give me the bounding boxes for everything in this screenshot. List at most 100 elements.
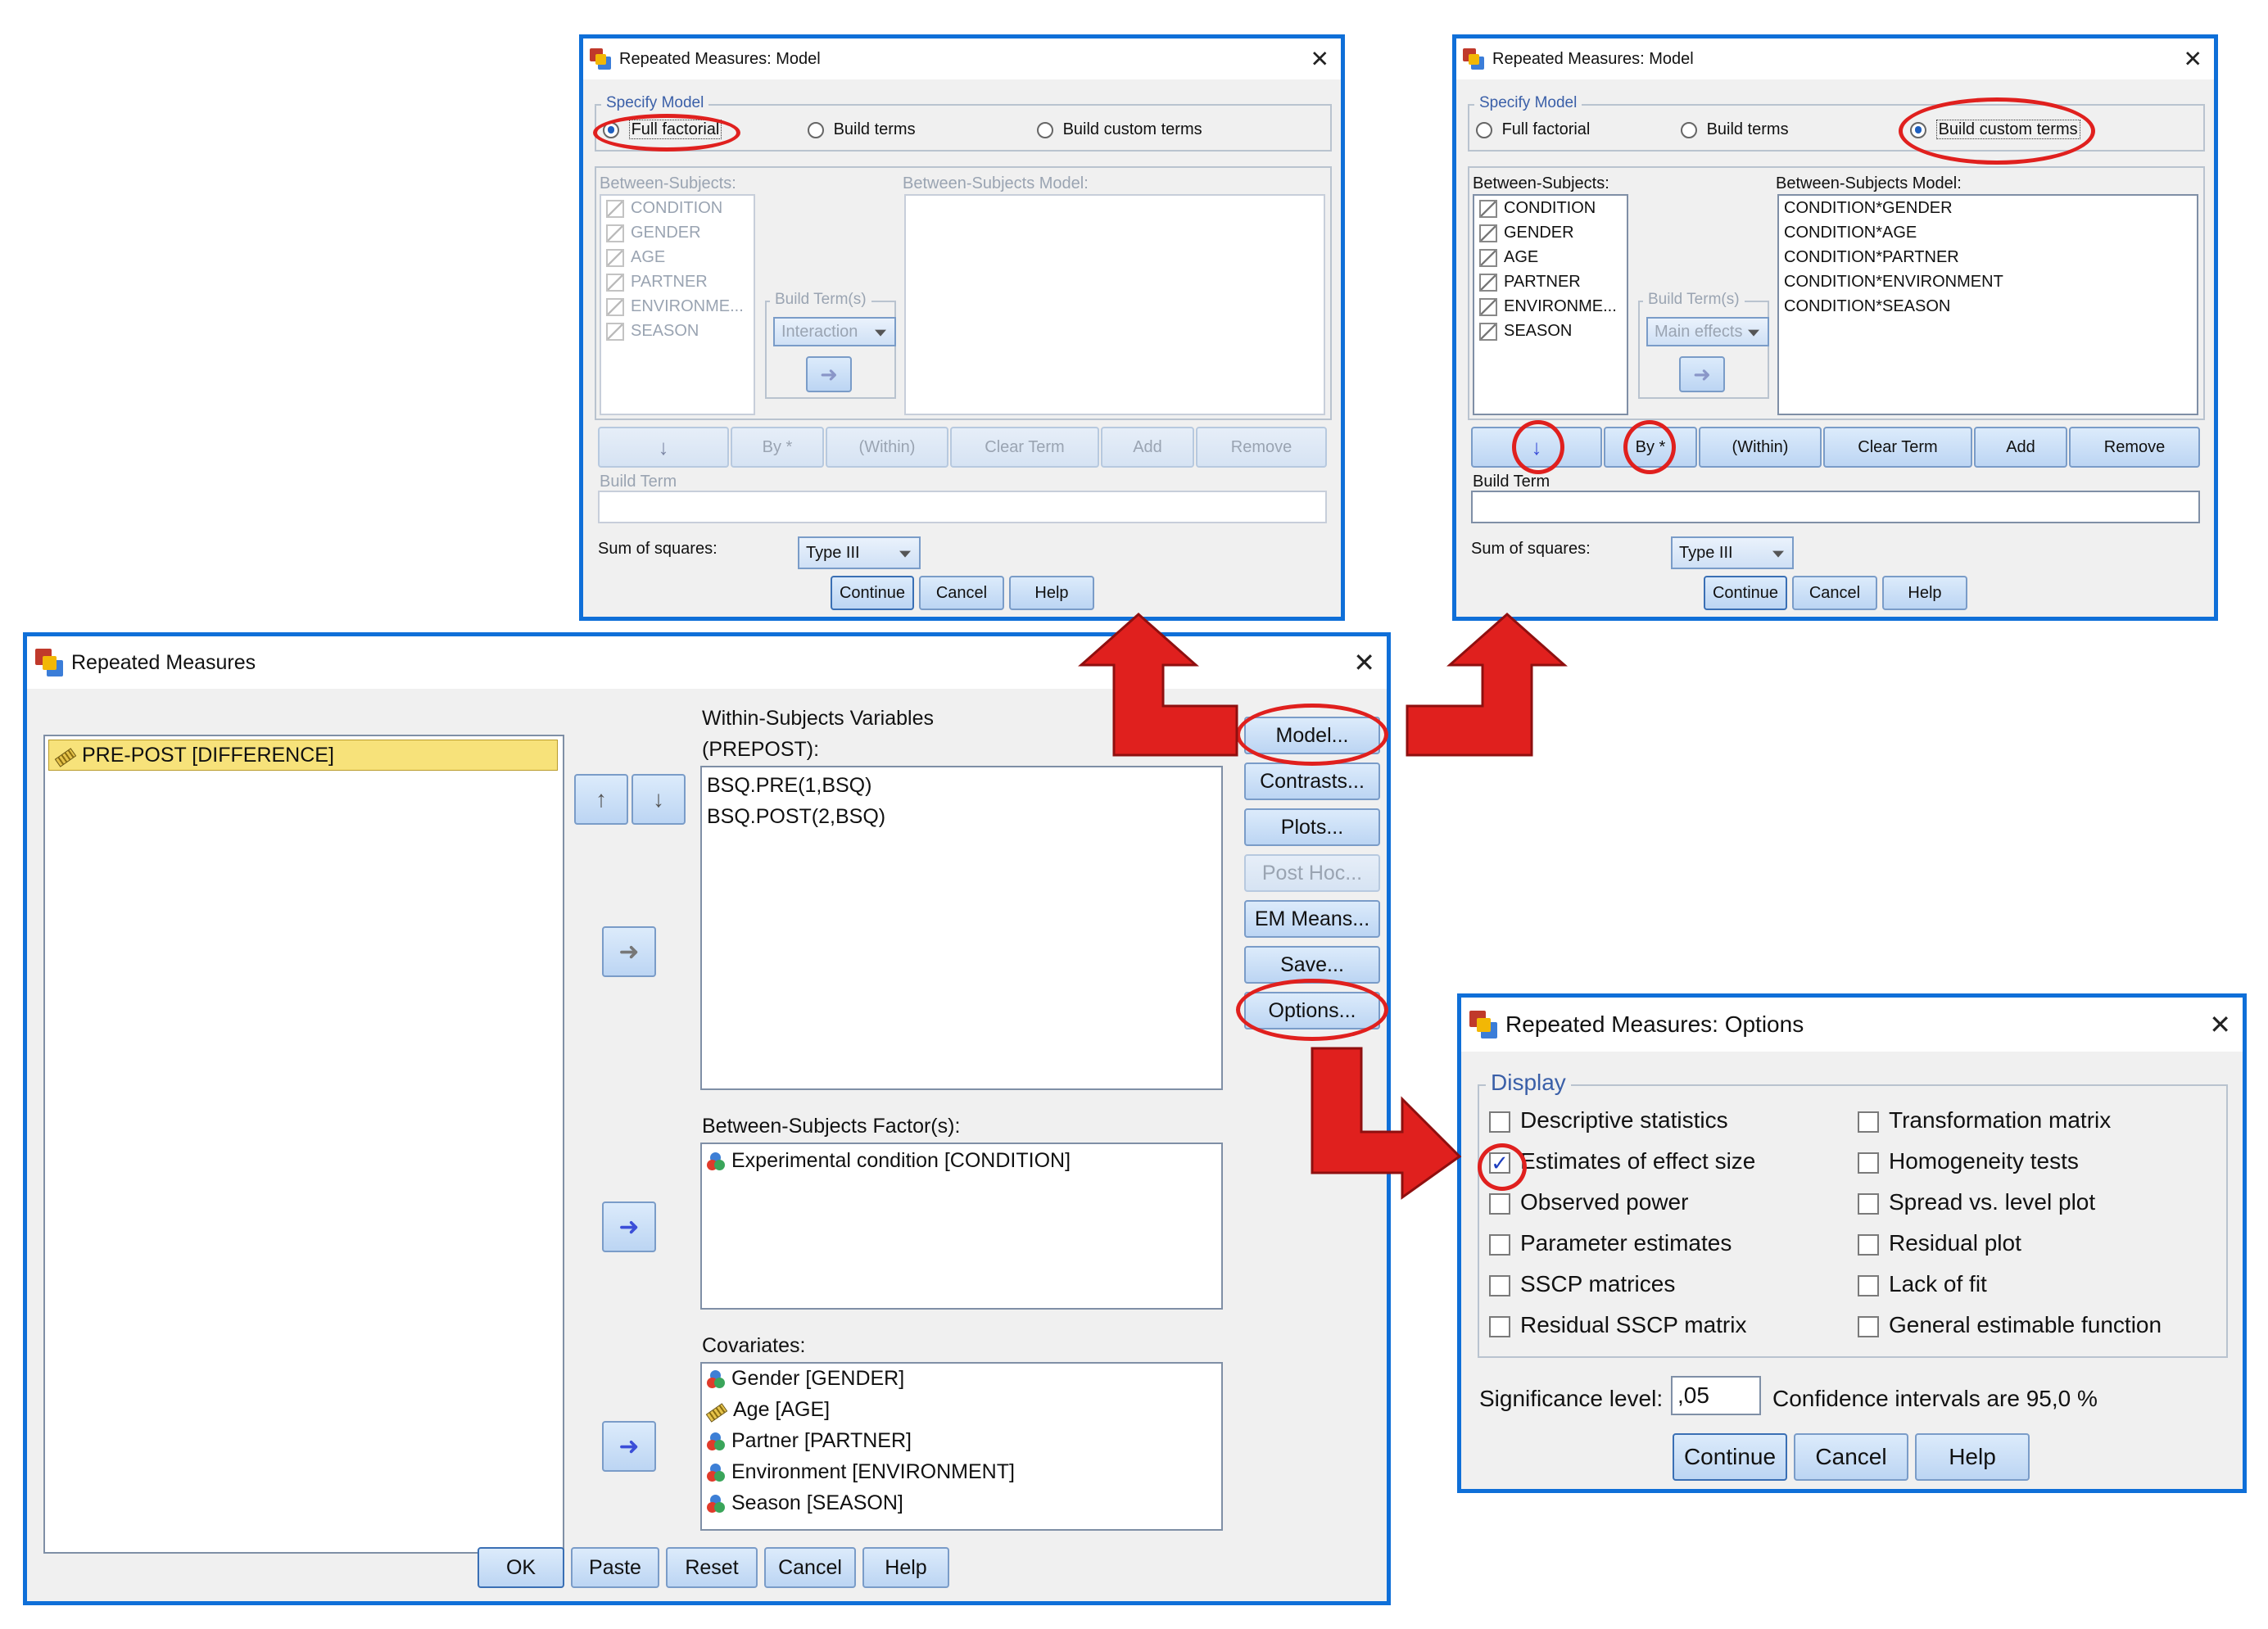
ok-button[interactable]: OK xyxy=(478,1547,564,1588)
close-icon[interactable]: ✕ xyxy=(2184,46,2202,73)
list-item[interactable]: PARTNER xyxy=(606,273,708,292)
source-variable-list[interactable] xyxy=(43,735,564,1554)
plots-button[interactable]: Plots... xyxy=(1244,808,1380,846)
close-icon[interactable]: ✕ xyxy=(1353,647,1375,678)
close-icon[interactable]: ✕ xyxy=(2209,1009,2231,1040)
model-term-item[interactable]: CONDITION*PARTNER xyxy=(1784,248,1959,267)
list-item[interactable]: BSQ.PRE(1,BSQ) xyxy=(707,774,871,798)
list-item[interactable]: CONDITION xyxy=(1479,199,1596,218)
radio-build-custom-terms[interactable]: Build custom terms xyxy=(1037,120,1202,139)
within-subjects-label: Within-Subjects Variables xyxy=(702,707,934,730)
post-hoc-button[interactable]: Post Hoc... xyxy=(1244,854,1380,892)
move-to-covariates-button[interactable]: ➜ xyxy=(602,1421,656,1472)
radio-build-terms[interactable]: Build terms xyxy=(1681,120,1789,139)
between-subjects-model-list[interactable] xyxy=(904,194,1325,415)
build-term-label: Build Term xyxy=(600,473,677,491)
model-term-item[interactable]: CONDITION*ENVIRONMENT xyxy=(1784,273,2003,292)
checkbox-parameter-estimates[interactable]: Parameter estimates xyxy=(1489,1230,1732,1256)
move-right-button[interactable]: ➜ xyxy=(1679,356,1725,392)
continue-button[interactable]: Continue xyxy=(831,576,914,610)
move-right-button[interactable]: ➜ xyxy=(806,356,852,392)
list-item[interactable]: SEASON xyxy=(1479,322,1572,341)
checkbox-residual-sscp[interactable]: Residual SSCP matrix xyxy=(1489,1312,1746,1338)
remove-button[interactable]: Remove xyxy=(2069,427,2200,468)
list-item[interactable]: Environment [ENVIRONMENT] xyxy=(707,1460,1015,1484)
cancel-button[interactable]: Cancel xyxy=(1794,1433,1908,1481)
confidence-intervals-text: Confidence intervals are 95,0 % xyxy=(1772,1386,2098,1411)
model-term-item[interactable]: CONDITION*GENDER xyxy=(1784,199,1953,218)
paste-button[interactable]: Paste xyxy=(571,1547,659,1588)
within-button[interactable]: (Within) xyxy=(1699,427,1822,468)
add-button[interactable]: Add xyxy=(1974,427,2067,468)
list-item[interactable]: GENDER xyxy=(1479,224,1574,242)
help-button[interactable]: Help xyxy=(1915,1433,2030,1481)
sum-of-squares-dropdown[interactable]: Type III xyxy=(798,536,921,569)
radio-build-terms[interactable]: Build terms xyxy=(808,120,916,139)
help-button[interactable]: Help xyxy=(862,1547,949,1588)
list-item[interactable]: GENDER xyxy=(606,224,701,242)
checkbox-lack-of-fit[interactable]: Lack of fit xyxy=(1858,1271,1987,1297)
clear-term-button[interactable]: Clear Term xyxy=(1823,427,1972,468)
cancel-button[interactable]: Cancel xyxy=(764,1547,856,1588)
radio-full-factorial[interactable]: Full factorial xyxy=(1476,120,1590,139)
significance-level-input[interactable]: ,05 xyxy=(1671,1376,1761,1415)
list-item[interactable]: ENVIRONME... xyxy=(606,297,744,316)
sum-of-squares-dropdown[interactable]: Type III xyxy=(1671,536,1794,569)
help-button[interactable]: Help xyxy=(1009,576,1094,610)
remove-button[interactable]: Remove xyxy=(1196,427,1327,468)
list-item[interactable]: AGE xyxy=(606,248,665,267)
model-dialog-titlebar: Repeated Measures: Model ✕ xyxy=(1456,38,2214,79)
em-means-button[interactable]: EM Means... xyxy=(1244,900,1380,938)
within-button[interactable]: (Within) xyxy=(826,427,948,468)
move-down-button[interactable]: ↓ xyxy=(598,427,729,468)
checkbox-sscp-matrices[interactable]: SSCP matrices xyxy=(1489,1271,1675,1297)
list-item[interactable]: Season [SEASON] xyxy=(707,1491,903,1515)
continue-button[interactable]: Continue xyxy=(1704,576,1787,610)
list-item[interactable]: Age [AGE] xyxy=(705,1398,830,1423)
contrasts-button[interactable]: Contrasts... xyxy=(1244,762,1380,800)
list-item[interactable]: Partner [PARTNER] xyxy=(707,1429,912,1453)
continue-button[interactable]: Continue xyxy=(1673,1433,1787,1481)
list-item[interactable]: CONDITION xyxy=(606,199,722,218)
dialog-title: Repeated Measures: Options xyxy=(1505,1011,1804,1037)
build-term-field[interactable] xyxy=(598,491,1327,523)
add-button[interactable]: Add xyxy=(1101,427,1194,468)
checkbox-observed-power[interactable]: Observed power xyxy=(1489,1189,1688,1215)
move-to-between-button[interactable]: ➜ xyxy=(602,1201,656,1252)
list-item[interactable]: ENVIRONME... xyxy=(1479,297,1617,316)
checkbox-residual-plot[interactable]: Residual plot xyxy=(1858,1230,2021,1256)
cancel-button[interactable]: Cancel xyxy=(919,576,1004,610)
list-item[interactable]: Experimental condition [CONDITION] xyxy=(707,1149,1071,1173)
by-button[interactable]: By * xyxy=(731,427,824,468)
list-item[interactable]: BSQ.POST(2,BSQ) xyxy=(707,805,885,829)
list-item[interactable]: PARTNER xyxy=(1479,273,1581,292)
list-item[interactable]: SEASON xyxy=(606,322,699,341)
model-term-item[interactable]: CONDITION*AGE xyxy=(1784,224,1917,242)
checkbox-effect-size[interactable]: ✓ Estimates of effect size xyxy=(1489,1148,1755,1174)
cancel-button[interactable]: Cancel xyxy=(1792,576,1877,610)
move-to-within-button[interactable]: ➜ xyxy=(602,926,656,977)
reset-button[interactable]: Reset xyxy=(666,1547,758,1588)
radio-build-custom-label: Build custom terms xyxy=(1062,120,1202,138)
build-term-type-dropdown[interactable]: Main effects xyxy=(1646,317,1769,346)
scale-variable-icon xyxy=(1479,199,1497,218)
chevron-down-icon xyxy=(1772,550,1784,558)
list-item[interactable]: AGE xyxy=(1479,248,1538,267)
source-list-item-selected[interactable]: PRE-POST [DIFFERENCE] xyxy=(48,740,558,771)
move-down-button[interactable]: ↓ xyxy=(632,774,686,825)
checkbox-transformation-matrix[interactable]: Transformation matrix xyxy=(1858,1107,2111,1134)
checkbox-spread-vs-level[interactable]: Spread vs. level plot xyxy=(1858,1189,2095,1215)
help-button[interactable]: Help xyxy=(1882,576,1967,610)
sum-of-squares-label: Sum of squares: xyxy=(598,540,718,558)
model-term-item[interactable]: CONDITION*SEASON xyxy=(1784,297,1950,316)
close-icon[interactable]: ✕ xyxy=(1311,46,1329,73)
checkbox-general-estimable[interactable]: General estimable function xyxy=(1858,1312,2162,1338)
clear-term-button[interactable]: Clear Term xyxy=(950,427,1099,468)
build-term-field[interactable] xyxy=(1471,491,2200,523)
checkbox-descriptive-statistics[interactable]: Descriptive statistics xyxy=(1489,1107,1728,1134)
within-subjects-factor-label: (PREPOST): xyxy=(702,738,820,761)
build-term-type-dropdown[interactable]: Interaction xyxy=(773,317,896,346)
list-item[interactable]: Gender [GENDER] xyxy=(707,1367,904,1391)
checkbox-homogeneity-tests[interactable]: Homogeneity tests xyxy=(1858,1148,2079,1174)
move-up-button[interactable]: ↑ xyxy=(574,774,628,825)
